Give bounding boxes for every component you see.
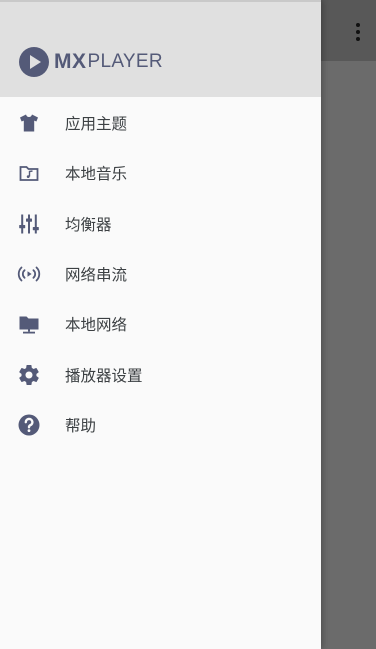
menu-item-label: 均衡器 <box>65 215 112 234</box>
navigation-drawer: MX PLAYER 应用主题 本地音乐 均衡器 网络串流 本地网络 播放器设置 … <box>0 0 321 649</box>
equalizer-icon <box>17 212 41 236</box>
tshirt-icon <box>17 111 41 135</box>
menu-item-label: 本地音乐 <box>65 165 128 184</box>
menu-item-label: 播放器设置 <box>65 366 143 385</box>
drawer-header: MX PLAYER <box>0 0 321 97</box>
logo-mx-text: MX <box>54 50 87 73</box>
logo-player-text: PLAYER <box>87 51 163 72</box>
help-icon <box>17 413 41 437</box>
menu-item-equalizer[interactable]: 均衡器 <box>0 199 321 249</box>
network-folder-icon <box>17 312 41 336</box>
menu-item-label: 帮助 <box>65 416 97 435</box>
menu-item-local-music[interactable]: 本地音乐 <box>0 148 321 198</box>
menu-item-label: 网络串流 <box>65 266 128 285</box>
play-logo-icon <box>19 47 49 77</box>
drawer-menu: 应用主题 本地音乐 均衡器 网络串流 本地网络 播放器设置 帮助 <box>0 97 321 450</box>
more-options-icon[interactable] <box>352 20 364 44</box>
menu-item-label: 应用主题 <box>65 115 128 134</box>
menu-item-help[interactable]: 帮助 <box>0 400 321 450</box>
music-folder-icon <box>17 161 41 185</box>
stream-icon <box>17 262 41 286</box>
menu-item-player-settings[interactable]: 播放器设置 <box>0 349 321 399</box>
menu-item-theme[interactable]: 应用主题 <box>0 98 321 148</box>
menu-item-label: 本地网络 <box>65 316 128 335</box>
menu-item-network-stream[interactable]: 网络串流 <box>0 249 321 299</box>
gear-icon <box>17 363 41 387</box>
menu-item-local-network[interactable]: 本地网络 <box>0 299 321 349</box>
mx-player-logo: MX PLAYER <box>19 47 163 77</box>
